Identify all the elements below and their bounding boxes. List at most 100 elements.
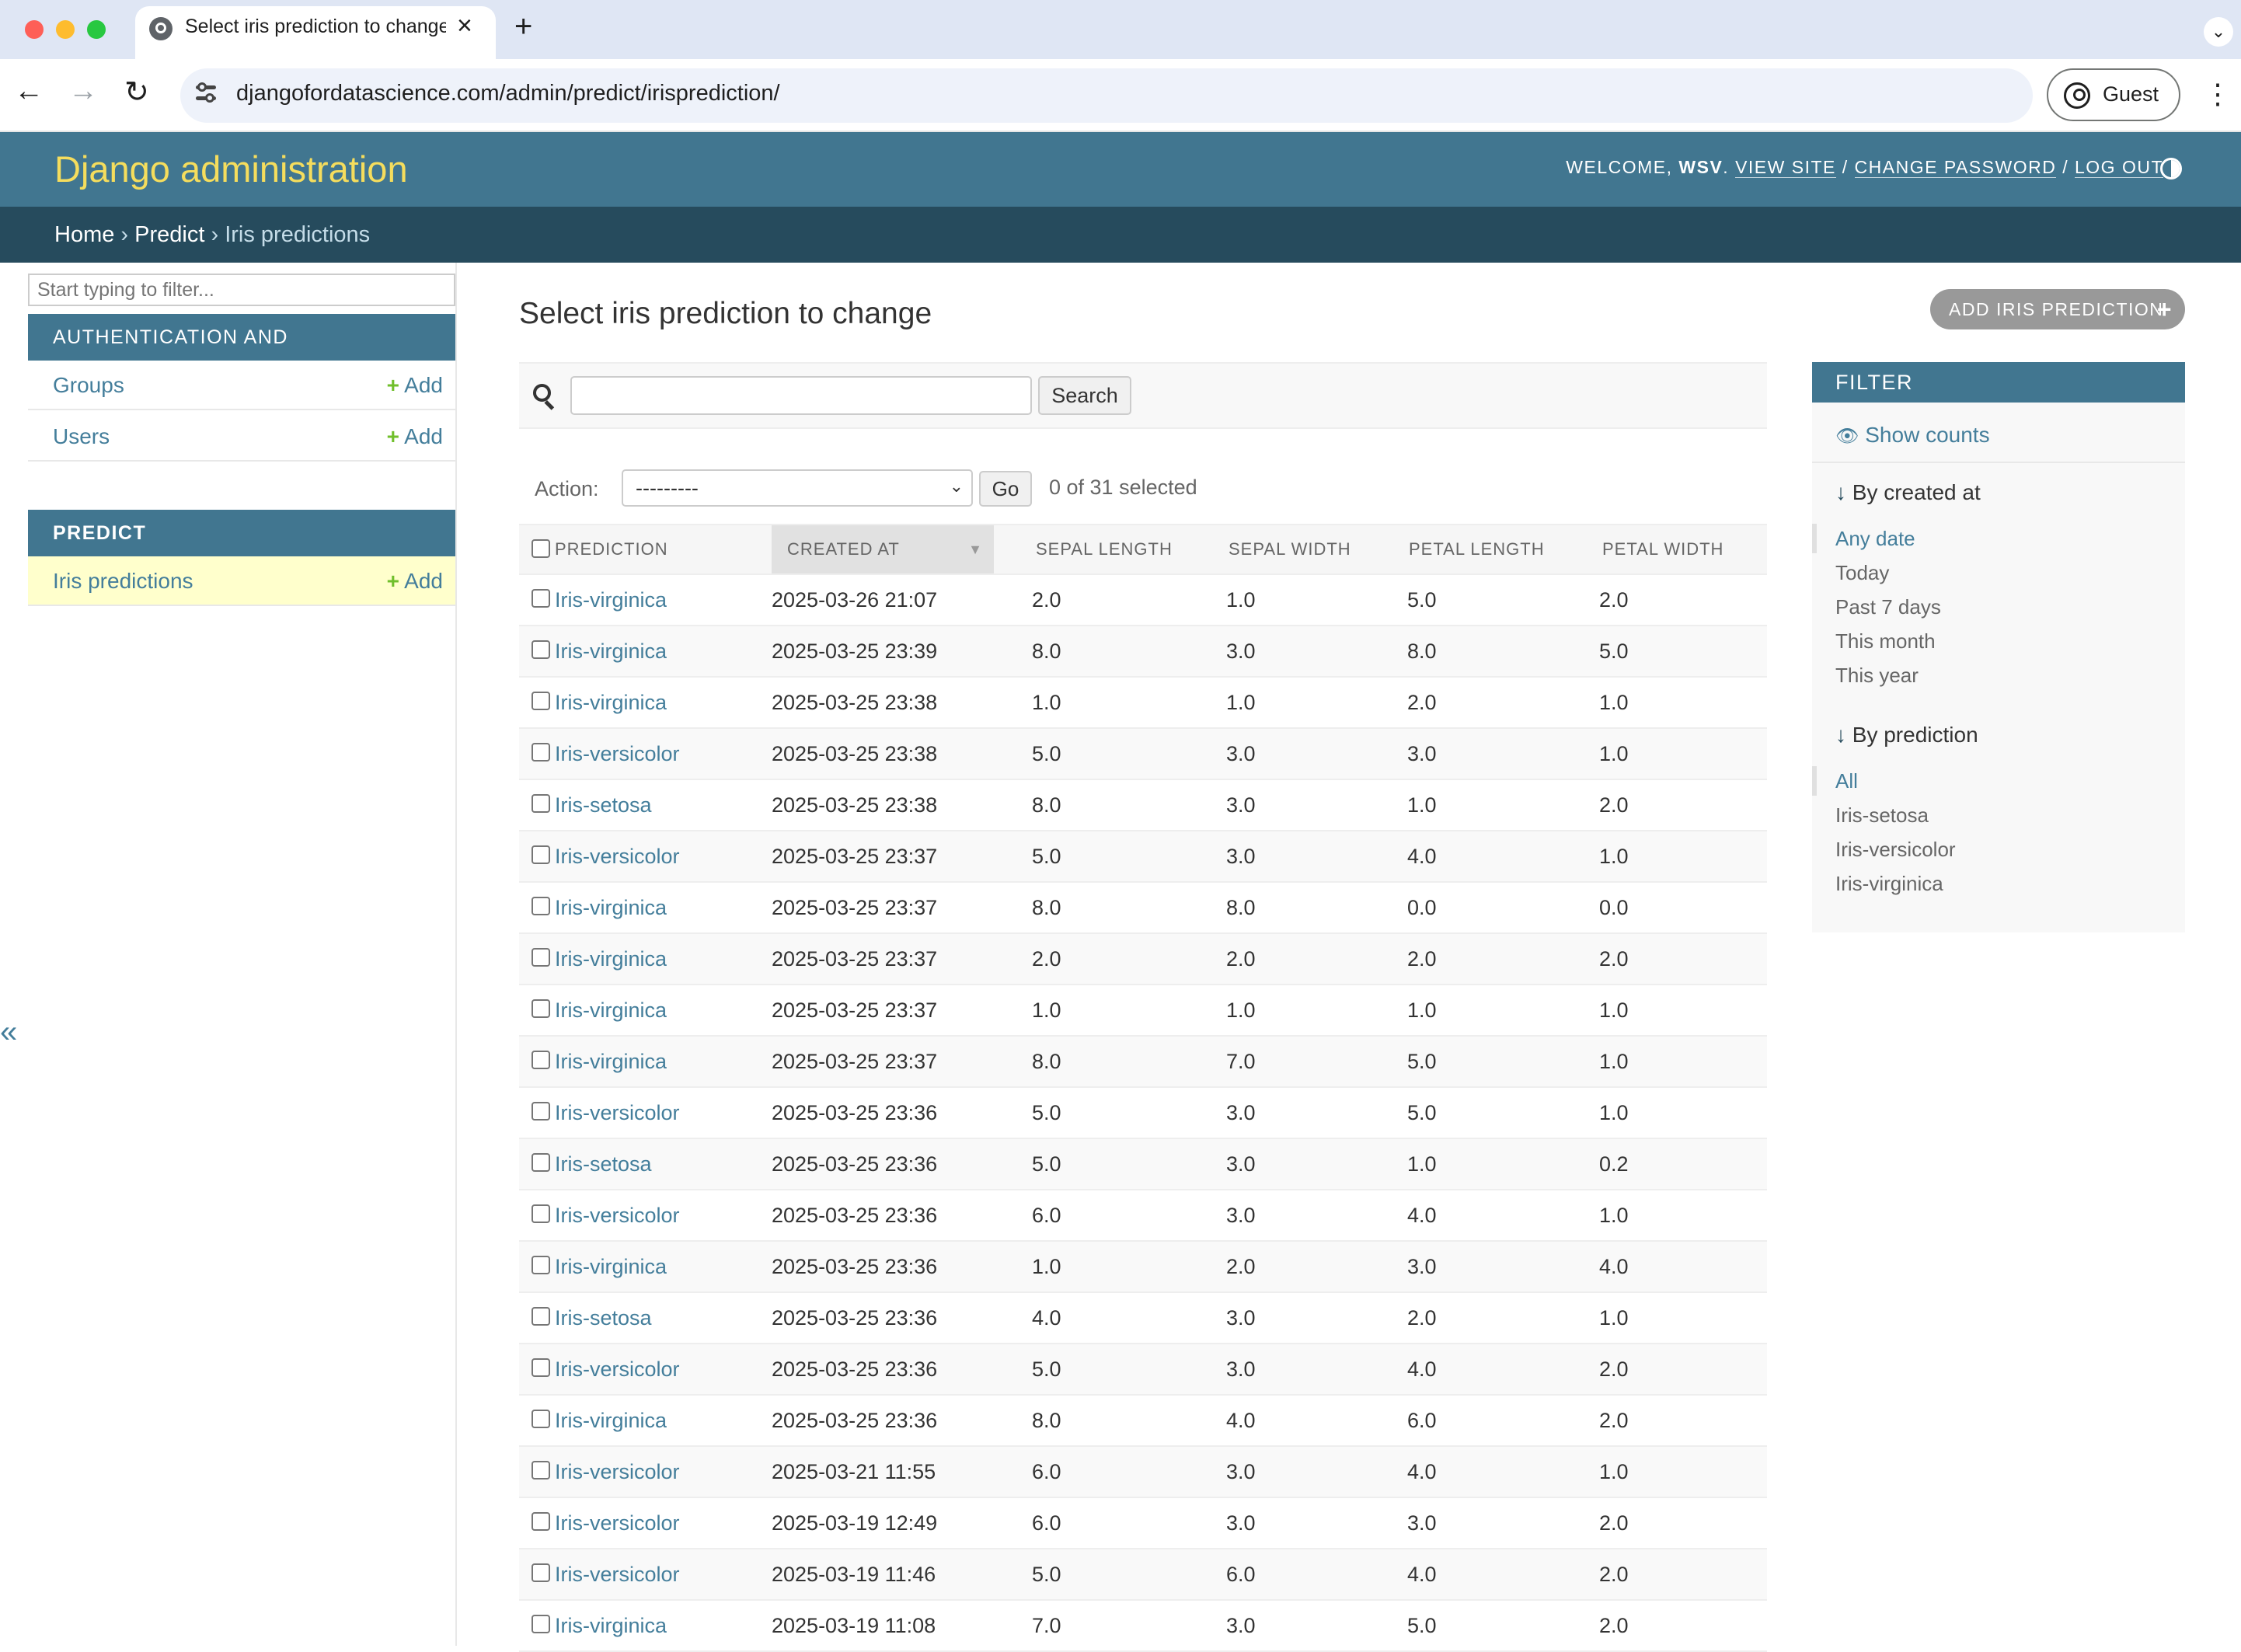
add-iris-prediction-button[interactable]: ADD IRIS PREDICTION + [1930,289,2185,329]
cell-prediction[interactable]: Iris-virginica [555,678,667,727]
theme-toggle-icon[interactable] [2160,158,2182,179]
row-checkbox[interactable] [531,1358,550,1377]
filter-option-this-month[interactable]: This month [1835,629,1936,653]
row-checkbox[interactable] [531,1051,550,1069]
cell-prediction[interactable]: Iris-versicolor [555,1088,680,1138]
add-iris-prediction-link[interactable]: + Add [387,569,443,594]
cell-petal-width: 1.0 [1599,1050,1629,1073]
column-header[interactable]: PREDICTION [555,525,667,573]
filter-option-past-7-days[interactable]: Past 7 days [1835,595,1941,619]
row-checkbox[interactable] [531,1307,550,1326]
filter-option-any-date[interactable]: Any date [1835,527,1915,551]
row-checkbox[interactable] [531,1153,550,1172]
search-button[interactable]: Search [1038,376,1131,415]
row-checkbox[interactable] [531,794,550,813]
breadcrumb-home[interactable]: Home [54,222,114,247]
log-out-link[interactable]: LOG OUT [2074,157,2163,178]
sidebar-item-label[interactable]: Iris predictions [53,569,193,594]
add-groups-link[interactable]: + Add [387,373,443,398]
cell-petal-width: 0.0 [1599,896,1629,919]
filter-option-today[interactable]: Today [1835,561,1889,585]
back-arrow-icon[interactable]: ← [14,75,44,108]
filter-option-iris-versicolor[interactable]: Iris-versicolor [1835,838,1956,862]
cell-prediction[interactable]: Iris-versicolor [555,729,680,779]
change-password-link[interactable]: CHANGE PASSWORD [1854,157,2057,178]
filter-heading-created-at[interactable]: ↓ By created at [1835,480,1981,505]
cell-prediction[interactable]: Iris-setosa [555,1293,652,1343]
row-checkbox[interactable] [531,1512,550,1531]
cell-petal-length: 4.0 [1407,1357,1437,1381]
show-counts-link[interactable]: 👁 Show counts [1835,423,1990,448]
cell-prediction[interactable]: Iris-virginica [555,934,667,984]
row-checkbox[interactable] [531,743,550,762]
cell-prediction[interactable]: Iris-setosa [555,1139,652,1189]
filter-option-all[interactable]: All [1835,769,1858,793]
cell-prediction[interactable]: Iris-versicolor [555,1344,680,1394]
cell-prediction[interactable]: Iris-versicolor [555,1190,680,1240]
select-all-checkbox[interactable] [531,539,550,558]
row-checkbox[interactable] [531,1204,550,1223]
column-header[interactable]: SEPAL LENGTH [1036,525,1173,573]
cell-prediction[interactable]: Iris-versicolor [555,1498,680,1548]
row-checkbox[interactable] [531,845,550,864]
cell-prediction[interactable]: Iris-versicolor [555,831,680,881]
module-caption-auth[interactable]: AUTHENTICATION AND AUTHORIZATION [28,314,455,395]
column-header[interactable]: SEPAL WIDTH [1229,525,1351,573]
row-checkbox[interactable] [531,1102,550,1121]
forward-arrow-icon[interactable]: → [68,75,98,108]
cell-prediction[interactable]: Iris-virginica [555,1396,667,1445]
sidebar-collapse-icon[interactable]: « [0,1015,17,1050]
row-checkbox[interactable] [531,948,550,967]
row-checkbox[interactable] [531,640,550,659]
column-header[interactable]: PETAL WIDTH [1602,525,1723,573]
add-users-link[interactable]: + Add [387,424,443,449]
column-header[interactable]: PETAL LENGTH [1409,525,1545,573]
tab-search-chevron-icon[interactable]: ⌄ [2204,17,2233,47]
row-checkbox[interactable] [531,1563,550,1582]
row-checkbox[interactable] [531,1410,550,1428]
cell-prediction[interactable]: Iris-versicolor [555,1447,680,1497]
cell-prediction[interactable]: Iris-versicolor [555,1549,680,1599]
filter-option-this-year[interactable]: This year [1835,664,1919,688]
sort-descending-icon[interactable]: ▼ [968,525,983,573]
cell-prediction[interactable]: Iris-virginica [555,1601,667,1650]
browser-menu-icon[interactable]: ⋮ [2204,78,2232,110]
breadcrumb-predict[interactable]: Predict [134,222,204,247]
cell-prediction[interactable]: Iris-virginica [555,1037,667,1086]
cell-prediction[interactable]: Iris-setosa [555,780,652,830]
row-checkbox[interactable] [531,692,550,710]
row-checkbox[interactable] [531,589,550,608]
window-close-button[interactable] [25,20,44,39]
row-checkbox[interactable] [531,1615,550,1633]
column-header-sorted[interactable]: CREATED AT ▼ [772,525,994,573]
site-settings-icon[interactable] [194,82,218,106]
cell-prediction[interactable]: Iris-virginica [555,985,667,1035]
row-checkbox[interactable] [531,1461,550,1479]
module-caption-predict[interactable]: PREDICT [28,510,455,556]
row-checkbox[interactable] [531,1256,550,1274]
filter-option-iris-virginica[interactable]: Iris-virginica [1835,872,1943,896]
close-tab-icon[interactable]: × [457,11,472,41]
search-input[interactable] [570,376,1032,415]
row-checkbox[interactable] [531,999,550,1018]
filter-option-iris-setosa[interactable]: Iris-setosa [1835,803,1929,828]
sidebar-item-label[interactable]: Groups [53,373,124,398]
cell-prediction[interactable]: Iris-virginica [555,626,667,676]
view-site-link[interactable]: VIEW SITE [1735,157,1836,178]
nav-filter-input[interactable] [28,274,455,306]
sidebar-item-label[interactable]: Users [53,424,110,449]
window-zoom-button[interactable] [87,20,106,39]
nav-sidebar [0,263,457,1646]
filter-heading-prediction[interactable]: ↓ By prediction [1835,723,1978,748]
reload-icon[interactable]: ↻ [124,75,149,110]
window-minimize-button[interactable] [56,20,75,39]
site-name[interactable]: Django administration [54,148,408,190]
action-select[interactable]: --------- ⌄ [622,469,973,507]
cell-prediction[interactable]: Iris-virginica [555,575,667,625]
url-text[interactable]: djangofordatascience.com/admin/predict/i… [236,81,780,106]
go-button[interactable]: Go [979,471,1032,507]
new-tab-icon[interactable]: + [514,9,532,44]
row-checkbox[interactable] [531,897,550,915]
cell-prediction[interactable]: Iris-virginica [555,1242,667,1291]
cell-prediction[interactable]: Iris-virginica [555,883,667,932]
